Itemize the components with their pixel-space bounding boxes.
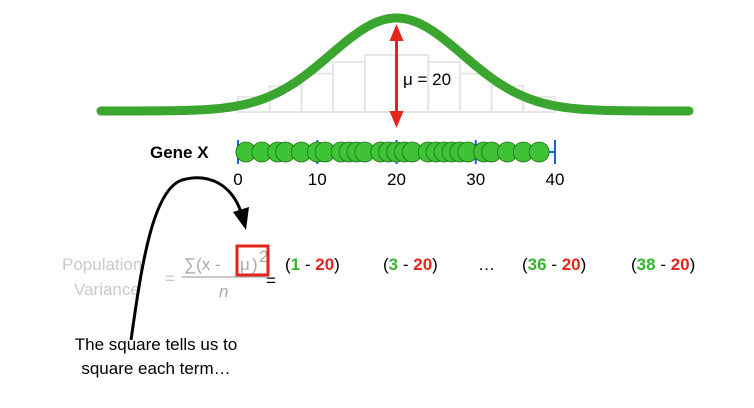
histogram-bar	[363, 53, 398, 113]
tick-label: 30	[466, 170, 485, 189]
term-1-mean: 20	[315, 255, 334, 274]
data-points	[235, 141, 550, 163]
numerator-sum: ∑(x -	[184, 255, 221, 274]
gene-label: Gene X	[150, 143, 209, 162]
term-4: (38 - 20)	[631, 255, 695, 274]
term-4-sep: -	[656, 255, 671, 274]
mean-arrow-head-top	[389, 24, 404, 41]
tick-label: 40	[546, 170, 565, 189]
term-2-value: 3	[389, 255, 398, 274]
tick-label: 0	[233, 170, 242, 189]
annotation-arrow-head	[233, 207, 249, 230]
term-4-value: 38	[637, 255, 656, 274]
term-2-close: )	[432, 255, 438, 274]
term-3-sep: -	[547, 255, 562, 274]
denominator: n	[219, 282, 228, 301]
term-2: (3 - 20)	[383, 255, 438, 274]
tick-label: 20	[387, 170, 406, 189]
mean-arrow-head-bottom	[389, 111, 404, 128]
tick-label: 10	[308, 170, 327, 189]
term-1: (1 - 20)	[285, 255, 340, 274]
ellipsis: …	[478, 255, 495, 274]
terms-list: (1 - 20) (3 - 20) … (36 - 20) (38 - 20)	[285, 255, 695, 274]
term-1-value: 1	[291, 255, 300, 274]
equals-sign-left: =	[165, 269, 175, 288]
mean-arrow	[389, 24, 404, 128]
data-point	[528, 141, 550, 163]
term-1-close: )	[334, 255, 340, 274]
mu-symbol: μ	[240, 255, 250, 274]
mean-label: μ = 20	[403, 70, 451, 89]
term-3-value: 36	[528, 255, 547, 274]
close-paren: )	[252, 255, 258, 274]
population-label: Population	[62, 255, 142, 274]
term-1-sep: -	[300, 255, 315, 274]
variance-label: Variance	[74, 280, 140, 299]
tick-labels: 0 10 20 30 40	[233, 170, 564, 189]
annotation-text: The square tells us to square each term…	[36, 333, 276, 381]
term-3-close: )	[581, 255, 587, 274]
term-4-close: )	[690, 255, 696, 274]
histogram-bar	[332, 61, 366, 113]
equals-sign-right: =	[266, 271, 276, 290]
term-2-sep: -	[398, 255, 413, 274]
annotation-line-1: The square tells us to	[74, 335, 238, 354]
term-2-mean: 20	[413, 255, 432, 274]
term-3: (36 - 20)	[522, 255, 586, 274]
term-3-mean: 20	[562, 255, 581, 274]
sum-expression: ∑(x -	[184, 255, 221, 274]
annotation-line-2: square each term…	[81, 359, 231, 378]
term-4-mean: 20	[671, 255, 690, 274]
